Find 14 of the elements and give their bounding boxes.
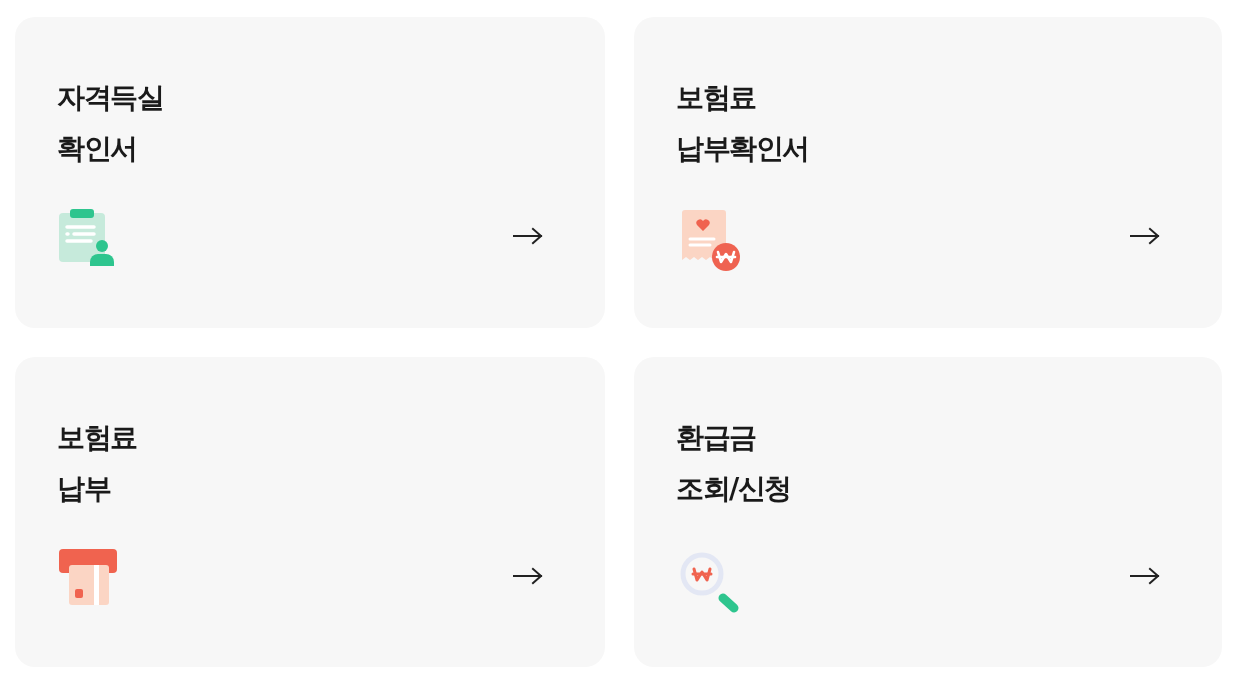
service-card[interactable]: 보험료 납부확인서 bbox=[634, 17, 1222, 328]
card-title: 보험료 납부확인서 bbox=[676, 80, 809, 167]
arrow-right-icon bbox=[1130, 227, 1160, 245]
arrow-right-icon bbox=[513, 567, 543, 585]
card-slot-icon bbox=[57, 547, 117, 607]
service-card[interactable]: 보험료 납부 bbox=[15, 357, 605, 667]
service-card[interactable]: 자격득실 확인서 bbox=[15, 17, 605, 328]
arrow-right-icon bbox=[513, 227, 543, 245]
service-card[interactable]: 환급금 조회/신청 bbox=[634, 357, 1222, 667]
card-title: 보험료 납부 bbox=[57, 420, 137, 507]
clipboard-person-icon bbox=[57, 207, 117, 267]
card-title: 자격득실 확인서 bbox=[57, 80, 163, 167]
arrow-right-icon bbox=[1130, 567, 1160, 585]
card-title: 환급금 조회/신청 bbox=[676, 420, 791, 507]
